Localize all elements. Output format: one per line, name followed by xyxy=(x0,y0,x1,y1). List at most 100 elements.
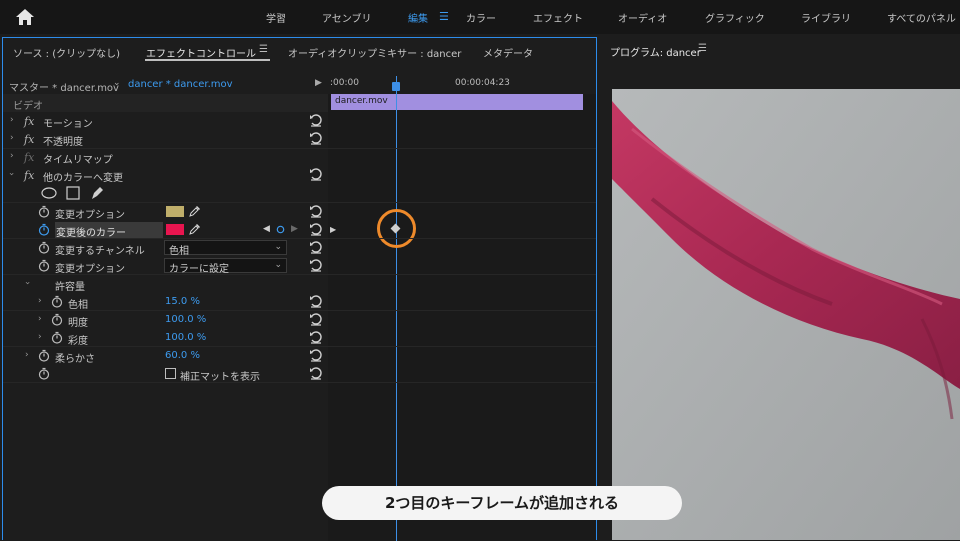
property-softness[interactable]: › 柔らかさ 60.0 % xyxy=(3,347,328,365)
chevron-down-icon: ⌄ xyxy=(274,260,282,270)
chevron-right-icon[interactable]: › xyxy=(10,151,14,161)
program-monitor-title[interactable]: プログラム: dancer xyxy=(610,44,701,59)
saturation-value[interactable]: 100.0 % xyxy=(165,332,206,343)
time-ruler[interactable]: :00:00 00:00:04:23 xyxy=(328,76,596,94)
home-icon[interactable] xyxy=(14,7,36,27)
chevron-down-icon[interactable]: › xyxy=(6,172,16,176)
stopwatch-icon[interactable] xyxy=(38,349,50,362)
prev-keyframe-icon[interactable]: ◀ xyxy=(263,224,270,234)
property-lightness[interactable]: › 明度 100.0 % xyxy=(3,311,328,329)
reset-icon[interactable] xyxy=(309,240,323,254)
workspace-libraries[interactable]: ライブラリ xyxy=(801,10,851,25)
property-to-color[interactable]: 変更後のカラー ◀ ▶ xyxy=(3,221,328,239)
tab-audio-clip-mixer[interactable]: オーディオクリップミキサー : dancer xyxy=(288,45,461,60)
stopwatch-icon[interactable] xyxy=(51,313,63,326)
time-remap-label: タイムリマップ xyxy=(43,155,113,166)
stopwatch-icon[interactable] xyxy=(38,241,50,254)
reset-icon[interactable] xyxy=(309,204,323,218)
stopwatch-icon[interactable] xyxy=(51,295,63,308)
stopwatch-icon[interactable] xyxy=(38,259,50,272)
chevron-right-icon[interactable]: › xyxy=(38,332,42,342)
panel-menu-icon[interactable]: ☰ xyxy=(698,43,707,54)
matte-checkbox[interactable] xyxy=(165,368,176,379)
pen-mask-icon[interactable] xyxy=(89,185,105,201)
highlight-circle xyxy=(377,209,416,248)
property-hue[interactable]: › 色相 15.0 % xyxy=(3,293,328,311)
fx-icon[interactable]: fx xyxy=(24,133,34,146)
clip-bar-label: dancer.mov xyxy=(335,96,388,106)
change-option-select[interactable]: カラーに設定 ⌄ xyxy=(164,258,287,275)
section-video: ビデオ xyxy=(3,94,328,112)
stopwatch-icon[interactable] xyxy=(51,331,63,344)
workspace-assembly[interactable]: アセンブリ xyxy=(322,10,372,25)
workspace-graphics[interactable]: グラフィック xyxy=(705,10,765,25)
rectangle-mask-icon[interactable] xyxy=(66,186,80,200)
workspace-learning[interactable]: 学習 xyxy=(266,10,286,25)
saturation-label: 彩度 xyxy=(68,336,88,347)
workspace-all-panels[interactable]: すべてのパネル xyxy=(887,10,956,25)
next-keyframe-icon[interactable]: ▶ xyxy=(291,224,298,234)
reset-icon[interactable] xyxy=(309,312,323,326)
property-tolerance[interactable]: › 許容量 xyxy=(3,275,328,293)
workspace-bar: 学習 アセンブリ 編集 ☰ カラー エフェクト オーディオ グラフィック ライブ… xyxy=(0,0,960,34)
fx-icon[interactable]: fx xyxy=(24,169,34,182)
change-option-2-label: 変更オプション xyxy=(55,264,125,275)
chevron-right-icon[interactable]: › xyxy=(10,133,14,143)
tab-source[interactable]: ソース : (クリップなし) xyxy=(13,45,120,60)
reset-icon[interactable] xyxy=(309,258,323,272)
stopwatch-active-icon[interactable] xyxy=(38,223,50,236)
playhead-line xyxy=(396,76,397,541)
reset-icon[interactable] xyxy=(309,330,323,344)
tolerance-label: 許容量 xyxy=(55,282,85,293)
reset-icon[interactable] xyxy=(309,131,323,145)
workspace-color[interactable]: カラー xyxy=(466,10,496,25)
keyframe-timeline[interactable]: :00:00 00:00:04:23 dancer.mov ▶ xyxy=(328,76,596,541)
workspace-editing[interactable]: 編集 xyxy=(408,10,428,25)
hue-label: 色相 xyxy=(68,300,88,311)
property-change-option-2[interactable]: 変更オプション カラーに設定 ⌄ xyxy=(3,257,328,275)
active-tab-underline xyxy=(145,59,270,61)
dancer-image xyxy=(612,89,960,540)
workspace-menu-icon[interactable]: ☰ xyxy=(439,10,449,23)
reset-icon[interactable] xyxy=(309,294,323,308)
fx-icon[interactable]: fx xyxy=(24,115,34,128)
reset-icon[interactable] xyxy=(309,167,323,181)
chevron-right-icon[interactable]: › xyxy=(10,115,14,125)
reset-icon[interactable] xyxy=(309,113,323,127)
tab-effect-controls[interactable]: エフェクトコントロール xyxy=(146,45,256,60)
tab-metadata[interactable]: メタデータ xyxy=(483,45,533,60)
effect-motion[interactable]: › fx モーション xyxy=(3,112,328,130)
eyedropper-icon[interactable] xyxy=(189,205,201,217)
lightness-value[interactable]: 100.0 % xyxy=(165,314,206,325)
chevron-down-icon[interactable]: › xyxy=(22,281,32,285)
chevron-right-icon[interactable]: › xyxy=(25,350,29,360)
softness-value[interactable]: 60.0 % xyxy=(165,350,200,361)
property-change-channel[interactable]: 変更するチャンネル 色相 ⌄ xyxy=(3,239,328,257)
video-frame xyxy=(612,89,960,540)
effect-opacity[interactable]: › fx 不透明度 xyxy=(3,130,328,148)
ellipse-mask-icon[interactable] xyxy=(41,187,57,199)
effect-change-to-color[interactable]: › fx 他のカラーへ変更 xyxy=(3,166,328,184)
effect-time-remap[interactable]: › fx タイムリマップ xyxy=(3,148,328,166)
property-change-option[interactable]: 変更オプション xyxy=(3,203,328,221)
reset-icon[interactable] xyxy=(309,222,323,236)
hue-value[interactable]: 15.0 % xyxy=(165,296,200,307)
change-channel-select[interactable]: 色相 ⌄ xyxy=(164,240,287,257)
property-show-matte[interactable]: 補正マットを表示 xyxy=(3,365,328,383)
reset-icon[interactable] xyxy=(309,348,323,362)
to-color-swatch[interactable] xyxy=(166,224,184,235)
workspace-audio[interactable]: オーディオ xyxy=(618,10,667,25)
program-monitor-panel: プログラム: dancer ☰ xyxy=(600,37,960,540)
stopwatch-icon[interactable] xyxy=(38,205,50,218)
from-color-swatch[interactable] xyxy=(166,206,184,217)
workspace-effects[interactable]: エフェクト xyxy=(533,10,583,25)
panel-menu-icon[interactable]: ☰ xyxy=(259,44,268,55)
chevron-right-icon[interactable]: › xyxy=(38,296,42,306)
chevron-right-icon[interactable]: › xyxy=(38,314,42,324)
stopwatch-icon[interactable] xyxy=(38,367,50,380)
eyedropper-icon[interactable] xyxy=(189,223,201,235)
reset-icon[interactable] xyxy=(309,366,323,380)
clip-bar[interactable]: dancer.mov xyxy=(331,94,583,110)
add-keyframe-icon[interactable] xyxy=(276,225,285,234)
property-saturation[interactable]: › 彩度 100.0 % xyxy=(3,329,328,347)
